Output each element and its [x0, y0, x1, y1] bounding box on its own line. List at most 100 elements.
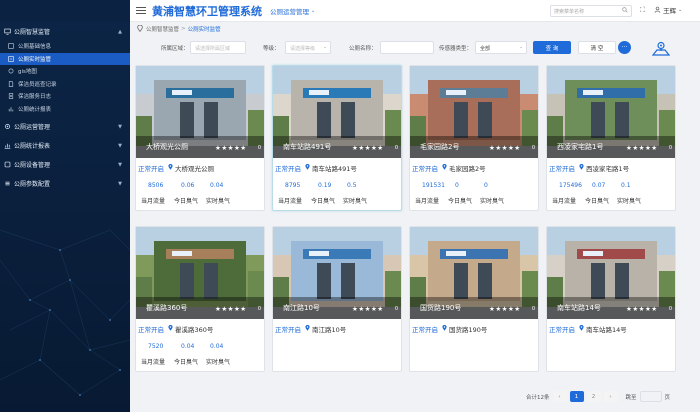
user-name: 王辉	[663, 7, 676, 15]
toilet-address: 国货路190号	[449, 326, 488, 334]
name-input[interactable]	[380, 41, 434, 54]
toilet-card[interactable]: 南车站路491号 ★★★★★ 0 正常开启 南车站路491号 8795 0.19…	[272, 65, 402, 211]
monthly-flow-value: 7520	[148, 343, 164, 350]
menu-item-realtime-supervision[interactable]: 公厕实时监管	[0, 52, 130, 65]
status-text: 正常开启	[275, 165, 301, 173]
toilet-name: 南车站路491号	[283, 143, 332, 151]
sidebar: 公厕智慧监管 ▲ 公厕基础信息 公厕实时监管 gis地图 保洁员巡查记录 保洁服…	[0, 0, 130, 412]
device-icon	[4, 161, 11, 168]
toilet-card[interactable]: 毛家园路2号 ★★★★★ 0 正常开启 毛家园路2号 191531 0 0 当月…	[409, 65, 539, 211]
toilet-card[interactable]: 国货路190号 ★★★★★ 0 正常开启 国货路190号	[409, 226, 539, 372]
toilet-card[interactable]: 南车站路14号 ★★★★★ 0 正常开启 南车站路14号	[546, 226, 676, 372]
toilet-photo[interactable]: 西凌家宅路1号 ★★★★★ 0	[547, 66, 675, 158]
document-icon	[8, 81, 14, 87]
rating-stars: ★★★★★	[489, 144, 521, 152]
prev-page-button[interactable]: ‹	[552, 391, 567, 402]
page-1-button[interactable]: 1	[569, 391, 584, 402]
menu-item-patrol-records[interactable]: 保洁员巡查记录	[0, 78, 130, 91]
sensor-type-label: 传感器类型：	[439, 46, 473, 52]
toilet-address: 大桥观光公厕	[175, 165, 214, 173]
module-selector[interactable]: 公厕运营管理 ⌄	[270, 6, 315, 16]
smell-realtime-value: 0.5	[347, 182, 357, 189]
toilet-photo[interactable]: 国货路190号 ★★★★★ 0	[410, 227, 538, 319]
chevron-down-icon: ⌄	[323, 45, 327, 50]
breadcrumb-item[interactable]: 公厕智慧监管	[146, 25, 179, 33]
menu-item-label: gis地图	[18, 69, 37, 76]
toilet-card[interactable]: 南江路10号 ★★★★★ 0 正常开启 南江路10号	[272, 226, 402, 372]
location-icon	[137, 24, 143, 34]
menu-group-statistics[interactable]: 公厕统计报表 ▼	[0, 139, 130, 152]
location-pin-icon	[168, 324, 173, 333]
area-select[interactable]: 请选择所属区域	[190, 41, 246, 54]
reset-button[interactable]: 清 空	[578, 41, 616, 54]
monthly-flow-value: 191531	[422, 182, 445, 189]
menu-group-smart-supervision[interactable]: 公厕智慧监管 ▲	[0, 25, 130, 38]
monthly-flow-value: 8795	[285, 182, 301, 189]
total-count: 合计12条	[526, 394, 550, 401]
user-menu[interactable]: 王辉 ⌄	[654, 5, 682, 15]
smell-realtime-value: 0.1	[621, 182, 631, 189]
toilet-photo[interactable]: 瞿溪路360号 ★★★★★ 0	[136, 227, 264, 319]
toilet-card[interactable]: 大桥观光公厕 ★★★★★ 0 正常开启 大桥观光公厕 8506 0.06 0.0…	[135, 65, 265, 211]
toilet-photo[interactable]: 毛家园路2号 ★★★★★ 0	[410, 66, 538, 158]
report-icon	[8, 106, 14, 112]
next-page-button[interactable]: ›	[603, 391, 618, 402]
rating-stars: ★★★★★	[489, 305, 521, 313]
hamburger-menu-icon[interactable]	[136, 5, 146, 16]
search-placeholder: 搜索菜单名称	[554, 8, 585, 15]
menu-group-label: 公厕运营管理	[14, 124, 51, 131]
smell-realtime-value: 0.04	[210, 182, 224, 189]
toilet-card[interactable]: 西凌家宅路1号 ★★★★★ 0 正常开启 西凌家宅路1号 175496 0.07…	[546, 65, 676, 211]
menu-item-gis-map[interactable]: gis地图	[0, 65, 130, 78]
smell-today-label: 今日臭气	[174, 359, 199, 366]
menu-search-input[interactable]: 搜索菜单名称	[550, 5, 632, 17]
menu-item-service-log[interactable]: 保洁服务日志	[0, 90, 130, 103]
toilet-card[interactable]: 瞿溪路360号 ★★★★★ 0 正常开启 瞿溪路360号 7520 0.04 0…	[135, 226, 265, 372]
map-view-icon[interactable]	[651, 40, 671, 56]
menu-item-toilet-info[interactable]: 公厕基础信息	[0, 40, 130, 53]
menu-group-config[interactable]: 公厕参数配置 ▼	[0, 177, 130, 190]
status-row: 正常开启 南江路10号	[275, 324, 401, 334]
rating-stars: ★★★★★	[626, 305, 658, 313]
smell-realtime-label: 实时臭气	[480, 198, 505, 205]
sensor-type-select[interactable]: 全部 ⌄	[475, 41, 527, 54]
status-row: 正常开启 南车站路14号	[549, 324, 675, 334]
chevron-down-icon: ⌄	[678, 7, 683, 13]
status-text: 正常开启	[549, 165, 575, 173]
chart-icon	[4, 142, 11, 149]
page-2-button[interactable]: 2	[586, 391, 601, 402]
menu-item-stat-report[interactable]: 公厕统计报表	[0, 103, 130, 116]
smell-realtime-label: 实时臭气	[206, 198, 231, 205]
filter-bar: 所属区域： 请选择所属区域 等级： 请选择等级 ⌄ 公厕名称： 传感器类型： 全…	[137, 40, 693, 56]
status-text: 正常开启	[138, 165, 164, 173]
menu-group-label: 公厕智慧监管	[14, 29, 51, 36]
goto-page-input[interactable]	[639, 391, 662, 402]
chevron-down-icon: ▼	[118, 123, 122, 130]
query-button[interactable]: 查 询	[533, 41, 571, 54]
toilet-photo[interactable]: 南车站路14号 ★★★★★ 0	[547, 227, 675, 319]
menu-item-label: 公厕实时监管	[18, 56, 52, 63]
menu-group-operation[interactable]: 公厕运营管理 ▼	[0, 120, 130, 133]
rating-score: 0	[668, 145, 672, 151]
rating-stars: ★★★★★	[352, 144, 384, 152]
sensor-type-value: 全部	[480, 46, 491, 52]
more-button[interactable]: ···	[618, 41, 631, 54]
location-pin-icon	[168, 163, 173, 172]
goto-label: 跳至	[625, 394, 637, 401]
toilet-photo[interactable]: 南江路10号 ★★★★★ 0	[273, 227, 401, 319]
toilet-photo[interactable]: 南车站路491号 ★★★★★ 0	[273, 66, 401, 158]
rating-score: 0	[394, 306, 398, 312]
smell-realtime-value: 0.04	[210, 343, 224, 350]
monthly-flow-value: 8506	[148, 182, 164, 189]
top-header: 黄浦智慧环卫管理系统 公厕运营管理 ⌄ 搜索菜单名称 ⛶ 王辉 ⌄	[130, 0, 700, 22]
menu-group-device[interactable]: 公厕设备管理 ▼	[0, 158, 130, 171]
rating-score: 0	[257, 306, 261, 312]
toilet-photo[interactable]: 大桥观光公厕 ★★★★★ 0	[136, 66, 264, 158]
fullscreen-icon[interactable]: ⛶	[640, 6, 645, 15]
log-icon	[8, 93, 14, 99]
level-select[interactable]: 请选择等级 ⌄	[285, 41, 331, 54]
rating-score: 0	[668, 306, 672, 312]
location-pin-icon	[305, 163, 310, 172]
status-row: 正常开启 大桥观光公厕	[138, 163, 264, 173]
menu-group-label: 公厕参数配置	[14, 181, 51, 188]
